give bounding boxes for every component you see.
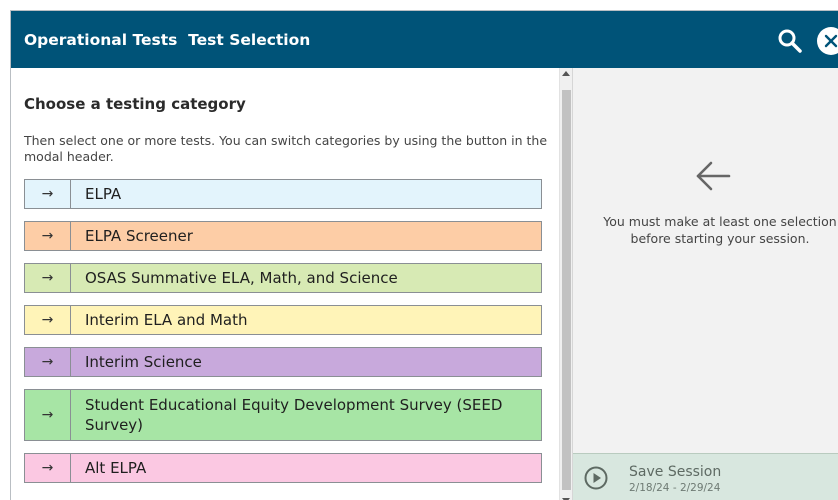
arrow-right-icon: →	[25, 348, 71, 376]
category-label: Interim Science	[85, 353, 202, 371]
arrow-right-icon: →	[25, 454, 71, 482]
save-session-button[interactable]: Save Session 2/18/24 - 2/29/24	[573, 453, 838, 500]
category-interim-ela-math[interactable]: → Interim ELA and Math	[24, 305, 542, 335]
close-button[interactable]	[817, 27, 838, 55]
category-elpa-screener[interactable]: → ELPA Screener	[24, 221, 542, 251]
arrow-left-icon	[691, 156, 735, 196]
category-label: Student Educational Equity Development S…	[85, 396, 503, 434]
play-circle-icon	[584, 466, 608, 490]
category-elpa[interactable]: → ELPA	[24, 179, 542, 209]
category-alt-elpa[interactable]: → Alt ELPA	[24, 453, 542, 483]
arrow-right-icon: →	[25, 390, 71, 440]
modal-header: Operational Tests Test Selection	[11, 11, 838, 68]
arrow-right-icon: →	[25, 180, 71, 208]
scroll-up-icon[interactable]	[562, 71, 570, 76]
category-label: ELPA Screener	[85, 227, 193, 245]
category-pane: Choose a testing category Then select on…	[11, 68, 559, 500]
category-list: → ELPA → ELPA Screener → OSAS Summative …	[24, 179, 542, 495]
category-osas-summative[interactable]: → OSAS Summative ELA, Math, and Science	[24, 263, 542, 293]
category-label: Interim ELA and Math	[85, 311, 248, 329]
category-label: ELPA	[85, 185, 122, 203]
modal-title: Operational Tests Test Selection	[24, 31, 311, 49]
save-session-label: Save Session	[629, 464, 722, 480]
close-icon	[824, 34, 838, 48]
scroll-thumb[interactable]	[562, 90, 571, 490]
arrow-right-icon: →	[25, 306, 71, 334]
arrow-right-icon: →	[25, 264, 71, 292]
selection-hint: You must make at least one selection bef…	[603, 214, 837, 246]
arrow-right-icon: →	[25, 222, 71, 250]
search-icon	[778, 29, 802, 53]
category-scrollbar[interactable]	[559, 68, 572, 500]
category-seed-survey[interactable]: → Student Educational Equity Development…	[24, 389, 542, 441]
search-button[interactable]	[777, 28, 803, 54]
section-heading: Choose a testing category	[24, 95, 246, 113]
section-description: Then select one or more tests. You can s…	[24, 133, 548, 164]
test-selection-modal: Operational Tests Test Selection Choose …	[10, 10, 838, 500]
category-interim-science[interactable]: → Interim Science	[24, 347, 542, 377]
category-label: OSAS Summative ELA, Math, and Science	[85, 269, 398, 287]
session-date-range: 2/18/24 - 2/29/24	[629, 482, 721, 494]
category-label: Alt ELPA	[85, 459, 147, 477]
selection-pane: You must make at least one selection bef…	[572, 68, 838, 500]
